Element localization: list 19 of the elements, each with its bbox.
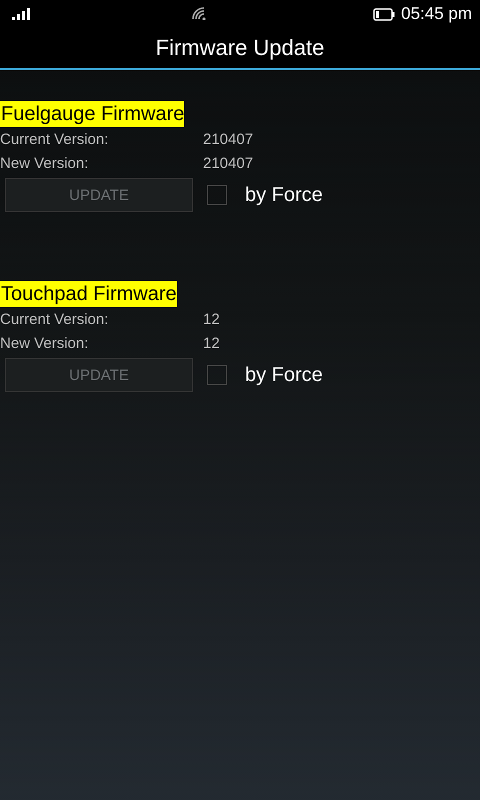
battery-icon (373, 8, 396, 20)
field-label: New Version: (0, 154, 90, 172)
section-heading: Fuelgauge Firmware (0, 101, 184, 127)
version-value: 12 (203, 334, 220, 352)
field-label: Current Version: (0, 310, 110, 328)
version-value: 210407 (203, 154, 254, 172)
clock-time: 05:45 pm (401, 4, 472, 24)
signal-icon (12, 8, 32, 20)
field-label: Current Version: (0, 130, 110, 148)
checkbox-label: by Force (245, 364, 323, 386)
version-value: 210407 (203, 130, 254, 148)
checkbox-label: by Force (245, 184, 323, 206)
field-label: New Version: (0, 334, 90, 352)
screen-title: Firmware Update (156, 35, 324, 61)
section-heading: Touchpad Firmware (0, 281, 177, 307)
checkbox[interactable] (207, 365, 227, 385)
wifi-icon (191, 6, 207, 20)
version-value: 12 (203, 310, 220, 328)
checkbox[interactable] (207, 185, 227, 205)
